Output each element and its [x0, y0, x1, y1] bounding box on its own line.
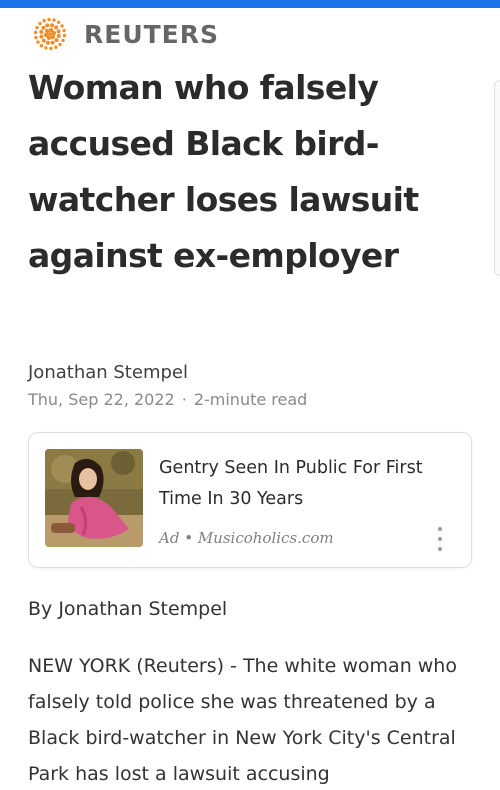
brand-name: REUTERS: [84, 19, 220, 49]
reuters-logo-icon: [33, 17, 67, 51]
top-accent-bar: [0, 0, 500, 8]
side-card-edge: [494, 80, 500, 276]
article-body-paragraph: NEW YORK (Reuters) - The white woman who…: [28, 655, 457, 785]
ad-source: Ad • Musicoholics.com: [159, 529, 334, 547]
article-headline: Woman who falsely accused Black bird-wat…: [28, 68, 419, 275]
more-vertical-icon[interactable]: [435, 527, 445, 551]
ad-title[interactable]: Gentry Seen In Public For First Time In …: [159, 453, 429, 515]
meta-separator: ·: [181, 390, 187, 409]
reuters-brand[interactable]: REUTERS: [28, 14, 219, 54]
author-link[interactable]: Jonathan Stempel: [28, 362, 188, 383]
publish-date: Thu, Sep 22, 2022: [28, 390, 175, 409]
article-meta: Thu, Sep 22, 2022 · 2-minute read: [28, 390, 307, 409]
ad-card[interactable]: Gentry Seen In Public For First Time In …: [28, 432, 472, 568]
ad-thumbnail-image[interactable]: [45, 449, 143, 547]
read-time: 2-minute read: [193, 390, 308, 409]
article-byline: By Jonathan Stempel: [28, 598, 228, 620]
